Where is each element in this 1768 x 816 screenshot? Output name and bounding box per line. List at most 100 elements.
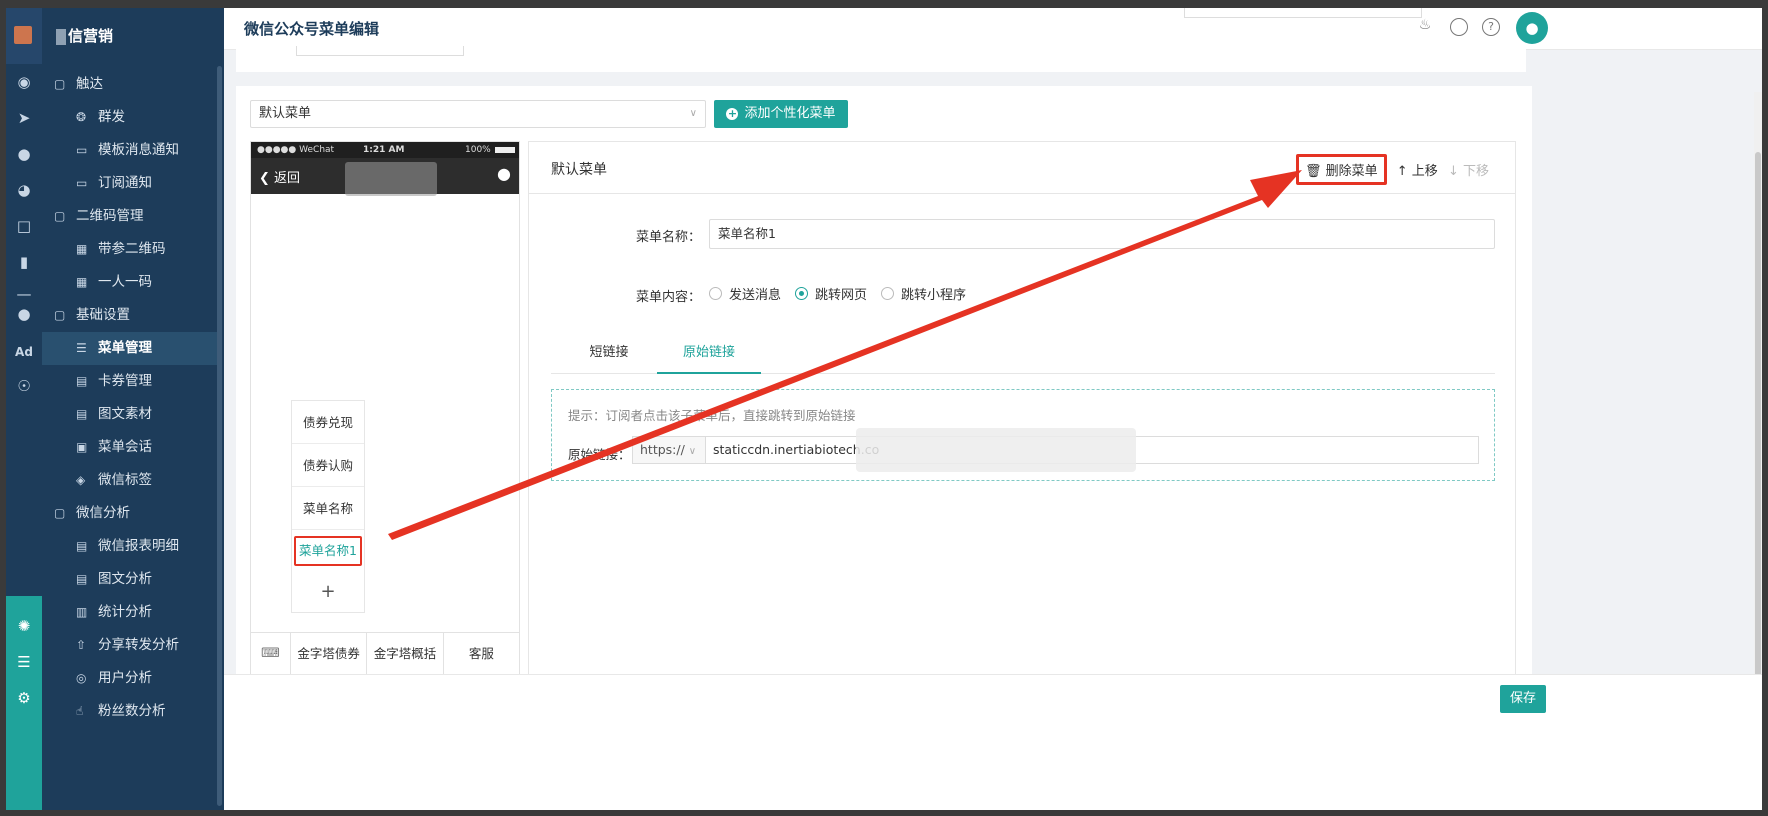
document-icon: ▤ [76,539,88,553]
chevron-down-icon: ∨ [689,108,697,119]
sidebar-item[interactable]: ▦ 一人一码 [42,266,218,299]
radio-label: 跳转网页 [815,288,868,303]
sidebar-item-label: 二维码管理 [76,208,144,224]
radio-jump-webpage[interactable]: 跳转网页 [795,284,867,303]
menu-select-value: 默认菜单 [259,106,312,121]
back-chevron-icon: ❮ [259,171,275,186]
menu-edit-panel: 默认菜单 🗑 删除菜单 ↑ 上移 ↓ 下移 菜单名称： 菜单名称1 菜单内容： … [528,141,1516,677]
sidebar-scrollbar[interactable] [217,66,222,806]
storage-icon[interactable]: ☰ [6,648,42,676]
protocol-value: https:// [640,442,685,457]
sidebar-item[interactable]: ▤ 图文分析 [42,563,218,596]
thumbs-up-icon: ☝ [76,704,84,718]
bookmark-icon[interactable]: □ [6,212,42,240]
icon-rail: ◉ ➤ ● ◕ □ ▮ — ● Ad ☉ ✺ ☰ ⚙ [6,8,42,810]
phone-preview: ●●●●● WeChat 1:21 AM 100% ❮ 返回 ● 债券兑现 债券… [250,141,520,677]
compass-icon[interactable]: ☉ [6,372,42,400]
rail-bottom: ✺ ☰ ⚙ [6,596,42,810]
sidebar-item-label: 一人一码 [98,274,152,290]
brand-name: 信营销 [68,27,114,45]
sidebar-item[interactable]: ▭ 模板消息通知 [42,134,218,167]
tab-original-link[interactable]: 原始链接 [657,338,761,374]
sidebar-item-label: 菜单管理 [98,340,152,356]
message-icon: ▭ [76,176,88,190]
share-icon: ⇧ [76,638,87,652]
bar-chart-icon[interactable]: ▮ [6,248,42,276]
original-link-box: 提示：订阅者点击该子菜单后，直接跳转到原始链接 原始链接： https:// ∨… [551,389,1495,481]
bottom-menu-item[interactable]: 金字塔债券 [291,633,368,676]
submenu-item-selected[interactable]: 菜单名称1 [294,536,362,566]
sidebar-item[interactable]: ☝ 粉丝数分析 [42,695,218,728]
hub-icon[interactable]: ✺ [6,612,42,640]
sidebar-item[interactable]: ▢ 触达 [42,68,218,101]
settings-icon[interactable]: ⚙ [6,684,42,712]
sidebar-item[interactable]: ▥ 统计分析 [42,596,218,629]
user-icon[interactable]: ● [6,140,42,168]
bell-icon[interactable]: ♨ [1416,18,1434,36]
move-down-button[interactable]: ↓ 下移 [1448,160,1489,179]
bottom-menu-item[interactable]: 金字塔概括 [367,633,444,676]
sidebar-item-label: 微信报表明细 [98,538,179,554]
sidebar-item[interactable]: ▢ 微信分析 [42,497,218,530]
add-submenu-button[interactable]: + [292,572,364,612]
move-up-button[interactable]: ↑ 上移 [1397,160,1438,179]
keyboard-icon[interactable]: ⌨ [251,633,291,676]
chat-icon: ▣ [76,440,88,454]
chat-icon[interactable] [1450,18,1468,36]
arrow-up-icon: ↑ [1396,164,1412,179]
users-icon[interactable]: ◕ [6,176,42,204]
folder-icon: ▢ [54,308,66,322]
menu-name-input[interactable]: 菜单名称1 [709,219,1495,249]
sidebar-item[interactable]: ▣ 菜单会话 [42,431,218,464]
dashboard-icon[interactable]: ◉ [6,68,42,96]
submenu-item[interactable]: 债券认购 [292,444,364,487]
help-icon[interactable]: ? [1482,18,1500,36]
sidebar-item[interactable]: ▭ 订阅通知 [42,167,218,200]
sidebar-item[interactable]: ◎ 用户分析 [42,662,218,695]
tab-short-link[interactable]: 短链接 [557,338,661,374]
sidebar-item[interactable]: ☰ 菜单管理 [42,332,218,365]
sidebar-item[interactable]: ▤ 微信报表明细 [42,530,218,563]
send-icon[interactable]: ➤ [6,104,42,132]
radio-jump-miniprogram[interactable]: 跳转小程序 [881,284,966,303]
sidebar-item-label: 用户分析 [98,670,152,686]
add-button-label: 添加个性化菜单 [744,106,836,121]
delete-menu-button[interactable]: 🗑 删除菜单 [1295,154,1387,185]
menu-select[interactable]: 默认菜单 ∨ [250,100,706,128]
radio-send-message[interactable]: 发送消息 [709,284,781,303]
sidebar-item[interactable]: ▤ 卡券管理 [42,365,218,398]
sidebar-item[interactable]: ▦ 带参二维码 [42,233,218,266]
sidebar-item[interactable]: ▢ 二维码管理 [42,200,218,233]
status-time: 1:21 AM [363,145,405,155]
move-down-label: 下移 [1462,164,1489,179]
content-scrollbar[interactable] [1754,92,1762,724]
add-personalized-menu-button[interactable]: + 添加个性化菜单 [714,100,848,128]
phone-back[interactable]: ❮ 返回 [259,167,300,186]
ad-icon[interactable]: Ad [6,338,42,366]
trash-icon: 🗑 [1304,164,1326,179]
radio-dot [881,287,895,300]
qrcode-icon: ▦ [76,275,88,289]
bottom-menu-item[interactable]: 客服 [444,633,519,676]
wechat-icon[interactable]: ● [6,300,42,328]
scrollbar-thumb[interactable] [1755,152,1761,692]
sidebar-item[interactable]: ⇧ 分享转发分析 [42,629,218,662]
sidebar-item[interactable]: ▢ 基础设置 [42,299,218,332]
sidebar-item[interactable]: ◈ 微信标签 [42,464,218,497]
sidebar-item[interactable]: ❂ 群发 [42,101,218,134]
submenu-item[interactable]: 菜单名称 [292,487,364,530]
sidebar-item[interactable]: ▤ 图文素材 [42,398,218,431]
folder-icon: ▢ [54,209,66,223]
submenu-item[interactable]: 债券兑现 [292,401,364,444]
delete-label: 删除菜单 [1325,164,1378,179]
save-button[interactable]: 保存 [1500,685,1546,713]
avatar[interactable]: ● [1516,12,1548,44]
top-dropdown[interactable] [1184,8,1422,18]
submenu-list: 债券兑现 债券认购 菜单名称 菜单名称1 + [291,400,365,613]
logo-icon [14,26,32,44]
status-carrier: ●●●●● WeChat [257,145,335,155]
protocol-select[interactable]: https:// ∨ [632,436,706,464]
phone-back-label: 返回 [274,171,301,186]
profile-icon[interactable]: ● [497,164,511,183]
cut-input[interactable] [296,46,464,56]
